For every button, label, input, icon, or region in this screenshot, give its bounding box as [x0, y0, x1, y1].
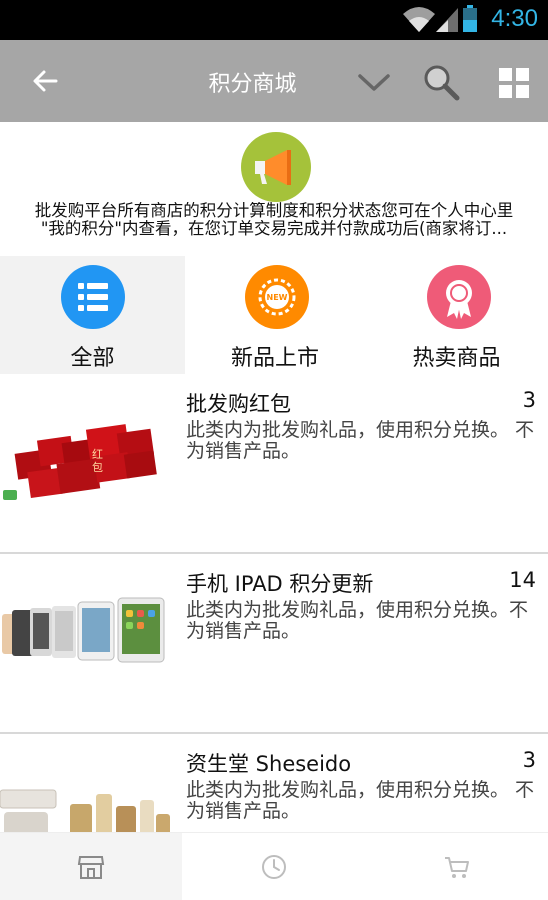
new-badge-icon: NEW: [245, 265, 309, 329]
red-envelopes-image: 红 包: [3, 424, 157, 500]
app-bar: 积分商城: [0, 40, 548, 122]
category-new[interactable]: NEW 新品上市: [185, 256, 365, 374]
nav-cart[interactable]: [366, 833, 548, 900]
product-description: 此类内为批发购礼品，使用积分兑换。 不为销售产品。: [186, 779, 535, 822]
product-name: 手机 IPAD 积分更新: [186, 572, 374, 596]
list-icon: [61, 265, 125, 329]
page-title: 积分商城: [208, 72, 297, 97]
store-icon: [77, 856, 105, 879]
product-list: 红 包 批发购红包 3 此类内为批发购礼品，使用积分兑换。 不为销售产品。 手机…: [0, 374, 548, 832]
category-label: 全部: [70, 346, 115, 371]
grid-icon[interactable]: [497, 66, 531, 100]
svg-text:包: 包: [92, 461, 103, 474]
category-all[interactable]: 全部: [0, 256, 185, 374]
search-icon[interactable]: [419, 60, 463, 104]
product-count: 3: [522, 388, 536, 412]
signal-icon: [436, 8, 458, 32]
status-time: 4:30: [491, 5, 538, 32]
product-item[interactable]: 手机 IPAD 积分更新 14 此类内为批发购礼品，使用积分兑换。不为销售产品。: [0, 554, 548, 734]
status-bar: 4:30: [0, 0, 548, 40]
award-ribbon-icon: [427, 265, 491, 329]
product-count: 3: [522, 748, 536, 772]
category-hot[interactable]: 热卖商品: [365, 256, 548, 374]
product-item[interactable]: 资生堂 Sheseido 3 此类内为批发购礼品，使用积分兑换。 不为销售产品。: [0, 734, 548, 832]
svg-text:红: 红: [92, 448, 103, 461]
nav-history[interactable]: [183, 833, 365, 900]
product-name: 批发购红包: [186, 392, 291, 416]
cart-icon: [445, 857, 469, 878]
nav-store[interactable]: [0, 833, 182, 900]
megaphone-icon: [241, 132, 311, 202]
chevron-down-icon[interactable]: [354, 64, 394, 100]
product-description: 此类内为批发购礼品，使用积分兑换。 不为销售产品。: [186, 419, 535, 462]
category-label: 新品上市: [230, 346, 319, 371]
battery-icon: [463, 5, 477, 32]
clock-icon: [262, 855, 286, 879]
notice-banner[interactable]: 批发购平台所有商店的积分计算制度和积分状态您可在个人中心里 "我的积分"内查看，…: [0, 122, 548, 256]
wifi-icon: [403, 7, 435, 32]
notice-text: 批发购平台所有商店的积分计算制度和积分状态您可在个人中心里 "我的积分"内查看，…: [34, 202, 514, 238]
back-arrow-icon[interactable]: [26, 61, 66, 101]
product-description: 此类内为批发购礼品，使用积分兑换。不为销售产品。: [186, 599, 529, 642]
svg-text:NEW: NEW: [267, 293, 288, 302]
product-name: 资生堂 Sheseido: [186, 752, 352, 776]
phones-and-tablets-image: [2, 597, 165, 663]
category-tabs: 全部 NEW 新品上市 热卖商品: [0, 256, 548, 374]
category-label: 热卖商品: [412, 346, 501, 371]
bottom-nav: [0, 832, 548, 900]
product-item[interactable]: 红 包 批发购红包 3 此类内为批发购礼品，使用积分兑换。 不为销售产品。: [0, 374, 548, 554]
product-count: 14: [509, 568, 536, 592]
cosmetics-image: [0, 789, 170, 832]
